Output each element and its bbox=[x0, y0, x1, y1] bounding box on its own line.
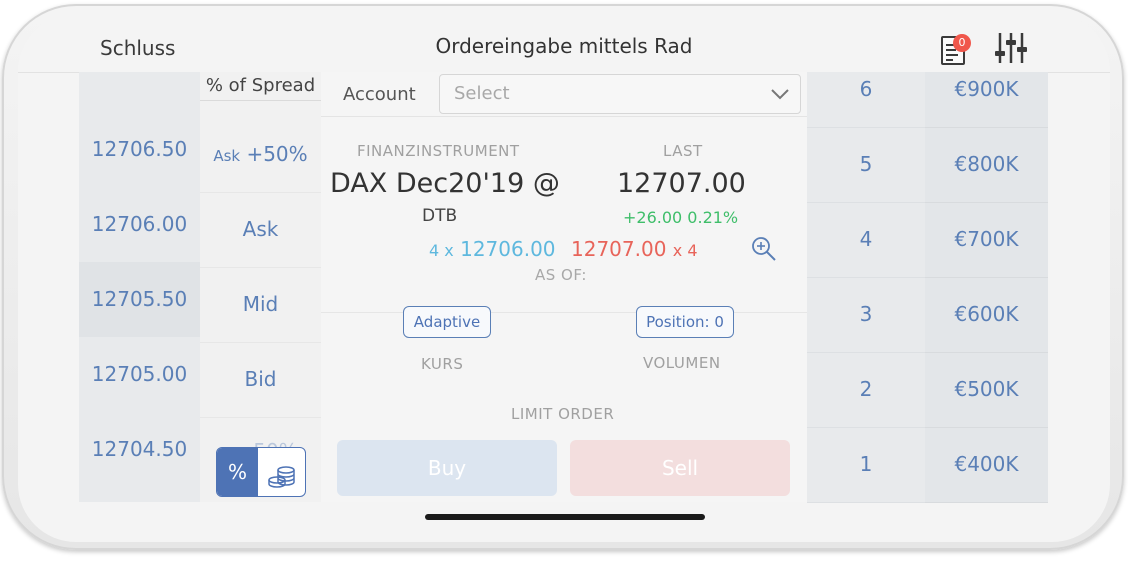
price-cell[interactable]: 12704.50 bbox=[79, 412, 200, 487]
spread-ladder: % of Spread Ask +50% Ask Mid Bid bbox=[200, 72, 321, 502]
position-button[interactable]: Position: 0 bbox=[636, 306, 734, 338]
chevron-down-icon bbox=[771, 89, 789, 100]
coins-icon[interactable] bbox=[258, 448, 305, 496]
volume-cell[interactable]: €700K bbox=[925, 202, 1048, 278]
spread-mid-cell[interactable]: Mid bbox=[200, 267, 321, 343]
adaptive-button[interactable]: Adaptive bbox=[403, 306, 491, 338]
quantity-cell[interactable]: 1 bbox=[807, 427, 925, 503]
zoom-in-icon[interactable] bbox=[751, 236, 777, 262]
spread-ask-plus-prefix: Ask bbox=[213, 147, 241, 165]
as-of-label: AS OF: bbox=[535, 266, 587, 284]
spread-ask-cell[interactable]: Ask bbox=[200, 192, 321, 268]
quantity-cell[interactable]: 5 bbox=[807, 127, 925, 203]
quantity-ladder: 6 5 4 3 2 1 bbox=[807, 72, 925, 503]
price-cell[interactable]: 12705.00 bbox=[79, 337, 200, 412]
order-panel: Account Select FINANZINSTRUMENT LAST DAX… bbox=[321, 72, 807, 502]
bid-quote[interactable]: 4 x 12706.00 bbox=[429, 237, 556, 261]
price-cell-blank[interactable] bbox=[79, 72, 200, 112]
ask-quote[interactable]: 12707.00 x 4 bbox=[571, 237, 698, 261]
quantity-cell[interactable]: 3 bbox=[807, 277, 925, 353]
spread-bid-cell[interactable]: Bid bbox=[200, 342, 321, 418]
volume-cell[interactable]: €900K bbox=[925, 52, 1048, 128]
volume-cell[interactable]: €800K bbox=[925, 127, 1048, 203]
price-cell[interactable]: 12706.00 bbox=[79, 187, 200, 262]
price-cell[interactable]: 12706.50 bbox=[79, 112, 200, 187]
home-indicator[interactable] bbox=[425, 514, 705, 520]
last-label: LAST bbox=[663, 142, 703, 160]
exchange-name: DTB bbox=[422, 206, 458, 226]
orders-count-badge: 0 bbox=[953, 34, 971, 52]
instrument-label: FINANZINSTRUMENT bbox=[357, 142, 520, 160]
spread-header: % of Spread bbox=[200, 72, 321, 101]
order-type-label[interactable]: LIMIT ORDER bbox=[511, 405, 614, 423]
price-cell[interactable]: 12705.50 bbox=[79, 262, 200, 337]
account-placeholder: Select bbox=[454, 83, 510, 104]
last-price: 12707.00 bbox=[617, 168, 746, 199]
volume-ladder: €900K €800K €700K €600K €500K €400K bbox=[925, 72, 1048, 503]
divider bbox=[321, 312, 807, 313]
volume-cell[interactable]: €400K bbox=[925, 427, 1048, 503]
volume-cell[interactable]: €600K bbox=[925, 277, 1048, 353]
app-screen: Schluss Ordereingabe mittels Rad 0 12706… bbox=[18, 14, 1110, 542]
percent-toggle-button[interactable]: % bbox=[217, 448, 258, 496]
price-label: KURS bbox=[421, 355, 464, 373]
bid-size: 4 x bbox=[429, 241, 454, 260]
bid-price: 12706.00 bbox=[460, 237, 556, 261]
volume-label: VOLUMEN bbox=[643, 354, 721, 372]
sell-button[interactable]: Sell bbox=[570, 440, 790, 496]
quantity-cell[interactable]: 2 bbox=[807, 352, 925, 428]
mode-toggle: % bbox=[216, 447, 306, 497]
quantity-cell[interactable]: 4 bbox=[807, 202, 925, 278]
quantity-cell[interactable]: 6 bbox=[807, 52, 925, 128]
ask-price: 12707.00 bbox=[571, 237, 667, 261]
spread-ask-plus-cell[interactable]: Ask +50% bbox=[200, 117, 321, 193]
account-label: Account bbox=[343, 84, 416, 105]
ask-size: x 4 bbox=[672, 241, 698, 260]
price-change: +26.00 0.21% bbox=[623, 208, 739, 227]
spread-ask-plus-value: +50% bbox=[246, 142, 308, 166]
instrument-name[interactable]: DAX Dec20'19 @ bbox=[330, 168, 560, 199]
account-row: Account Select bbox=[321, 72, 807, 117]
buy-button[interactable]: Buy bbox=[337, 440, 557, 496]
price-ladder: 12706.50 12706.00 12705.50 12705.00 1270… bbox=[79, 72, 200, 502]
volume-cell[interactable]: €500K bbox=[925, 352, 1048, 428]
account-select[interactable]: Select bbox=[439, 74, 801, 114]
